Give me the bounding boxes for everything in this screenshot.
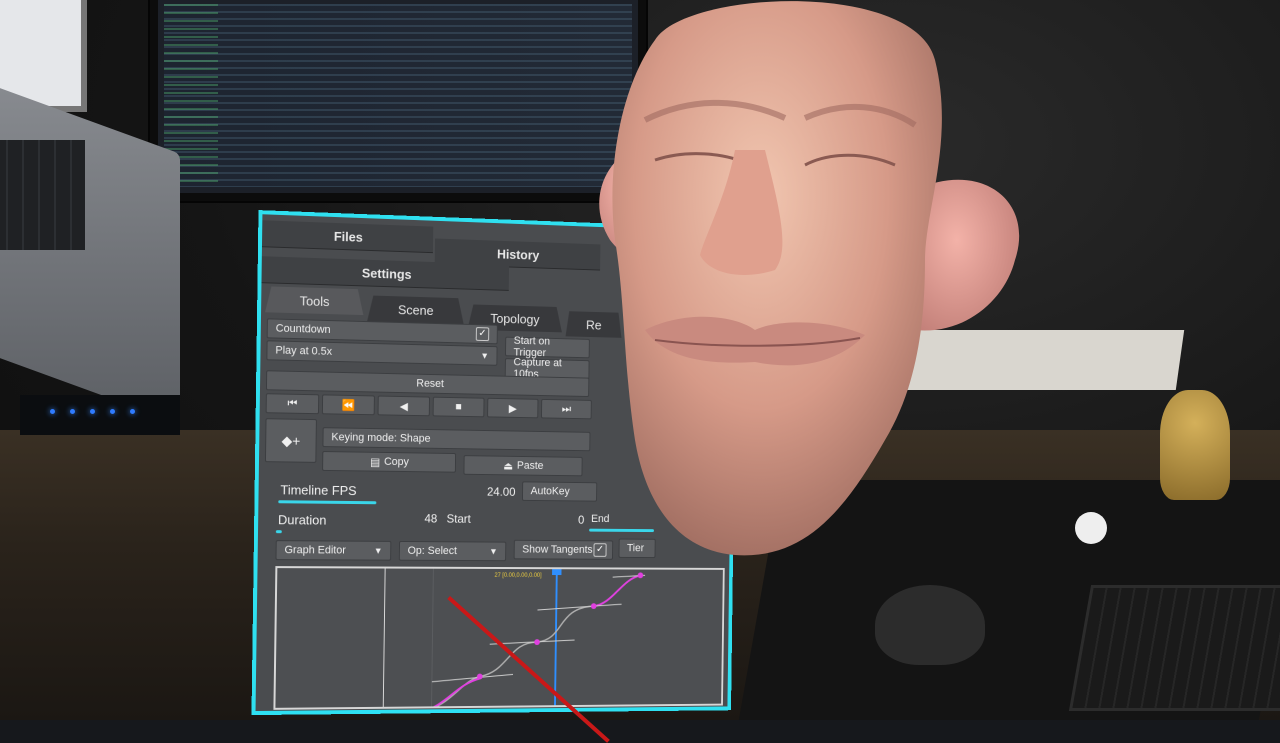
- stop-icon[interactable]: ■: [432, 396, 485, 418]
- start-label: Start: [446, 511, 471, 526]
- face: [612, 1, 942, 556]
- duration-value: 48: [424, 511, 438, 526]
- playhead-line: [555, 569, 557, 705]
- countdown-checkbox[interactable]: ✓: [475, 327, 490, 342]
- mouse: [875, 585, 985, 665]
- graph-axis-line: [383, 569, 385, 707]
- op-select-dropdown[interactable]: Op: Select ▼: [398, 540, 507, 562]
- ball: [1075, 512, 1107, 544]
- start-value: 0: [577, 513, 585, 527]
- background-monitor: [150, 0, 646, 201]
- laptop-keyboard: [0, 140, 85, 250]
- timeline-fps-slider[interactable]: [278, 500, 377, 505]
- clipboard-icon: ▤: [369, 456, 381, 469]
- skip-start-icon[interactable]: ⏮: [265, 393, 320, 415]
- play-icon[interactable]: ▶: [487, 397, 539, 419]
- paste-icon: ⏏: [503, 460, 514, 472]
- tab-tools[interactable]: Tools: [265, 286, 364, 315]
- playhead-handle: [552, 567, 562, 576]
- graph-editor-dropdown[interactable]: Graph Editor ▼: [275, 540, 392, 561]
- start-on-trigger-button[interactable]: Start on Trigger: [505, 335, 590, 359]
- curve-highlight-1: [422, 679, 480, 708]
- tab-files[interactable]: Files: [261, 220, 434, 254]
- duration-label: Duration: [277, 512, 327, 528]
- keying-mode-dropdown[interactable]: Keying mode: Shape: [322, 427, 591, 452]
- chevron-down-icon: ▼: [373, 545, 383, 556]
- keyframe-point: [476, 673, 483, 680]
- curve-highlight-2: [594, 575, 641, 606]
- usb-hub: [20, 395, 180, 435]
- rewind-icon[interactable]: ⏪: [321, 394, 375, 416]
- chevron-down-icon: ▼: [489, 546, 498, 557]
- keyframe-point: [590, 603, 597, 610]
- copy-button[interactable]: ▤ Copy: [322, 451, 457, 473]
- add-key-icon[interactable]: ◆+: [264, 418, 317, 463]
- step-back-icon[interactable]: ◀: [377, 395, 430, 417]
- keyboard: [1068, 585, 1280, 711]
- head-model: [599, 1, 1020, 556]
- play-speed-dropdown[interactable]: Play at 0.5x ▼: [266, 340, 498, 366]
- timeline-fps-label: Timeline FPS: [280, 482, 357, 499]
- chevron-down-icon: ▼: [480, 350, 489, 361]
- graph-readout: 27 [0.00,0.00,0.00]: [494, 573, 542, 579]
- timeline-fps-value: 24.00: [486, 484, 516, 499]
- figurine: [1160, 390, 1230, 500]
- animation-curves: 27 [0.00,0.00,0.00]: [275, 568, 722, 708]
- graph-editor-canvas[interactable]: 27 [0.00,0.00,0.00]: [273, 566, 725, 710]
- paste-button[interactable]: ⏏ Paste: [463, 455, 583, 477]
- sculpted-head: [585, 0, 1025, 560]
- graph-grid-line: [432, 569, 434, 707]
- keyframe-point: [637, 572, 644, 579]
- curve-main: [422, 575, 641, 708]
- transport-bar: ⏮ ⏪ ◀ ■ ▶ ⏭: [265, 392, 593, 420]
- tab-scene[interactable]: Scene: [367, 295, 464, 323]
- duration-slider[interactable]: [275, 530, 282, 534]
- keyframe-point: [534, 639, 540, 646]
